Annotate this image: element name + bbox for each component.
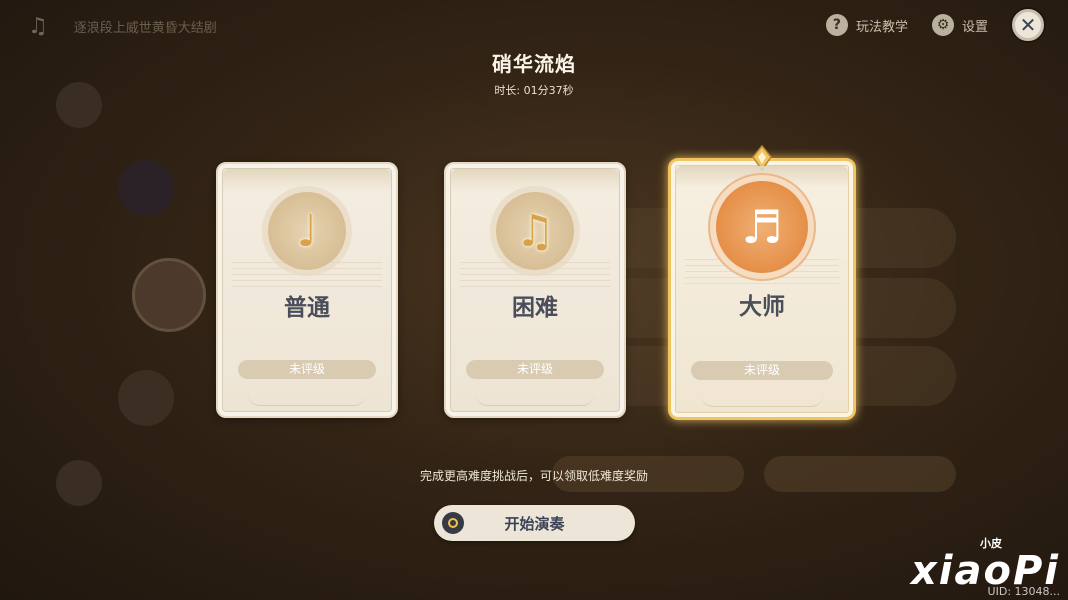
song-title: 硝华流焰	[492, 52, 576, 76]
start-performance-button[interactable]: 开始演奏	[434, 505, 635, 541]
difficulty-emblem: ♬	[716, 181, 808, 273]
difficulty-card-hard[interactable]: ♫ 困难 未评级	[444, 162, 626, 418]
close-button[interactable]: ✕	[1012, 9, 1044, 41]
card-header-decoration	[223, 169, 391, 191]
reward-hint: 完成更高难度挑战后，可以领取低难度奖励	[419, 469, 648, 483]
top-right-bar: ? 玩法教学 ⚙ 设置 ✕	[825, 8, 1044, 42]
difficulty-name: 困难	[512, 295, 558, 321]
top-left-bar: ♫ 逐浪段上威世黄昏大结剧	[28, 12, 217, 40]
card-footer-decoration	[248, 394, 366, 406]
gear-icon: ⚙	[931, 14, 954, 36]
confirm-circle-icon	[442, 512, 464, 534]
help-icon: ?	[825, 14, 848, 36]
card-footer-decoration	[701, 395, 823, 407]
card-footer-decoration	[476, 394, 594, 406]
difficulty-name: 普通	[284, 295, 330, 321]
close-icon: ✕	[1019, 13, 1037, 37]
rank-badge: 未评级	[691, 361, 833, 380]
start-button-label: 开始演奏	[504, 514, 565, 533]
settings-button[interactable]: ⚙ 设置	[931, 14, 988, 36]
triple-notes-icon: ♬	[741, 200, 783, 254]
beamed-notes-icon: ♫	[515, 205, 555, 257]
difficulty-card-normal[interactable]: ♩ 普通 未评级	[216, 162, 398, 418]
card-header-decoration	[451, 169, 619, 191]
watermark: 小皮 xiaoPi UID: 13048...	[911, 535, 1060, 598]
rank-badge: 未评级	[466, 360, 604, 379]
difficulty-card-master[interactable]: ♬ 大师 未评级	[668, 145, 856, 420]
difficulty-emblem: ♫	[496, 192, 574, 270]
song-duration: 时长: 01分37秒	[494, 84, 574, 97]
settings-label: 设置	[961, 19, 988, 35]
event-title: 逐浪段上威世黄昏大结剧	[73, 20, 217, 36]
tutorial-button[interactable]: ? 玩法教学	[825, 14, 908, 36]
quarter-note-icon: ♩	[296, 205, 318, 257]
tutorial-label: 玩法教学	[855, 19, 908, 35]
difficulty-name: 大师	[739, 294, 785, 320]
music-note-icon: ♫	[28, 13, 48, 39]
difficulty-emblem: ♩	[268, 192, 346, 270]
rank-badge: 未评级	[238, 360, 376, 379]
